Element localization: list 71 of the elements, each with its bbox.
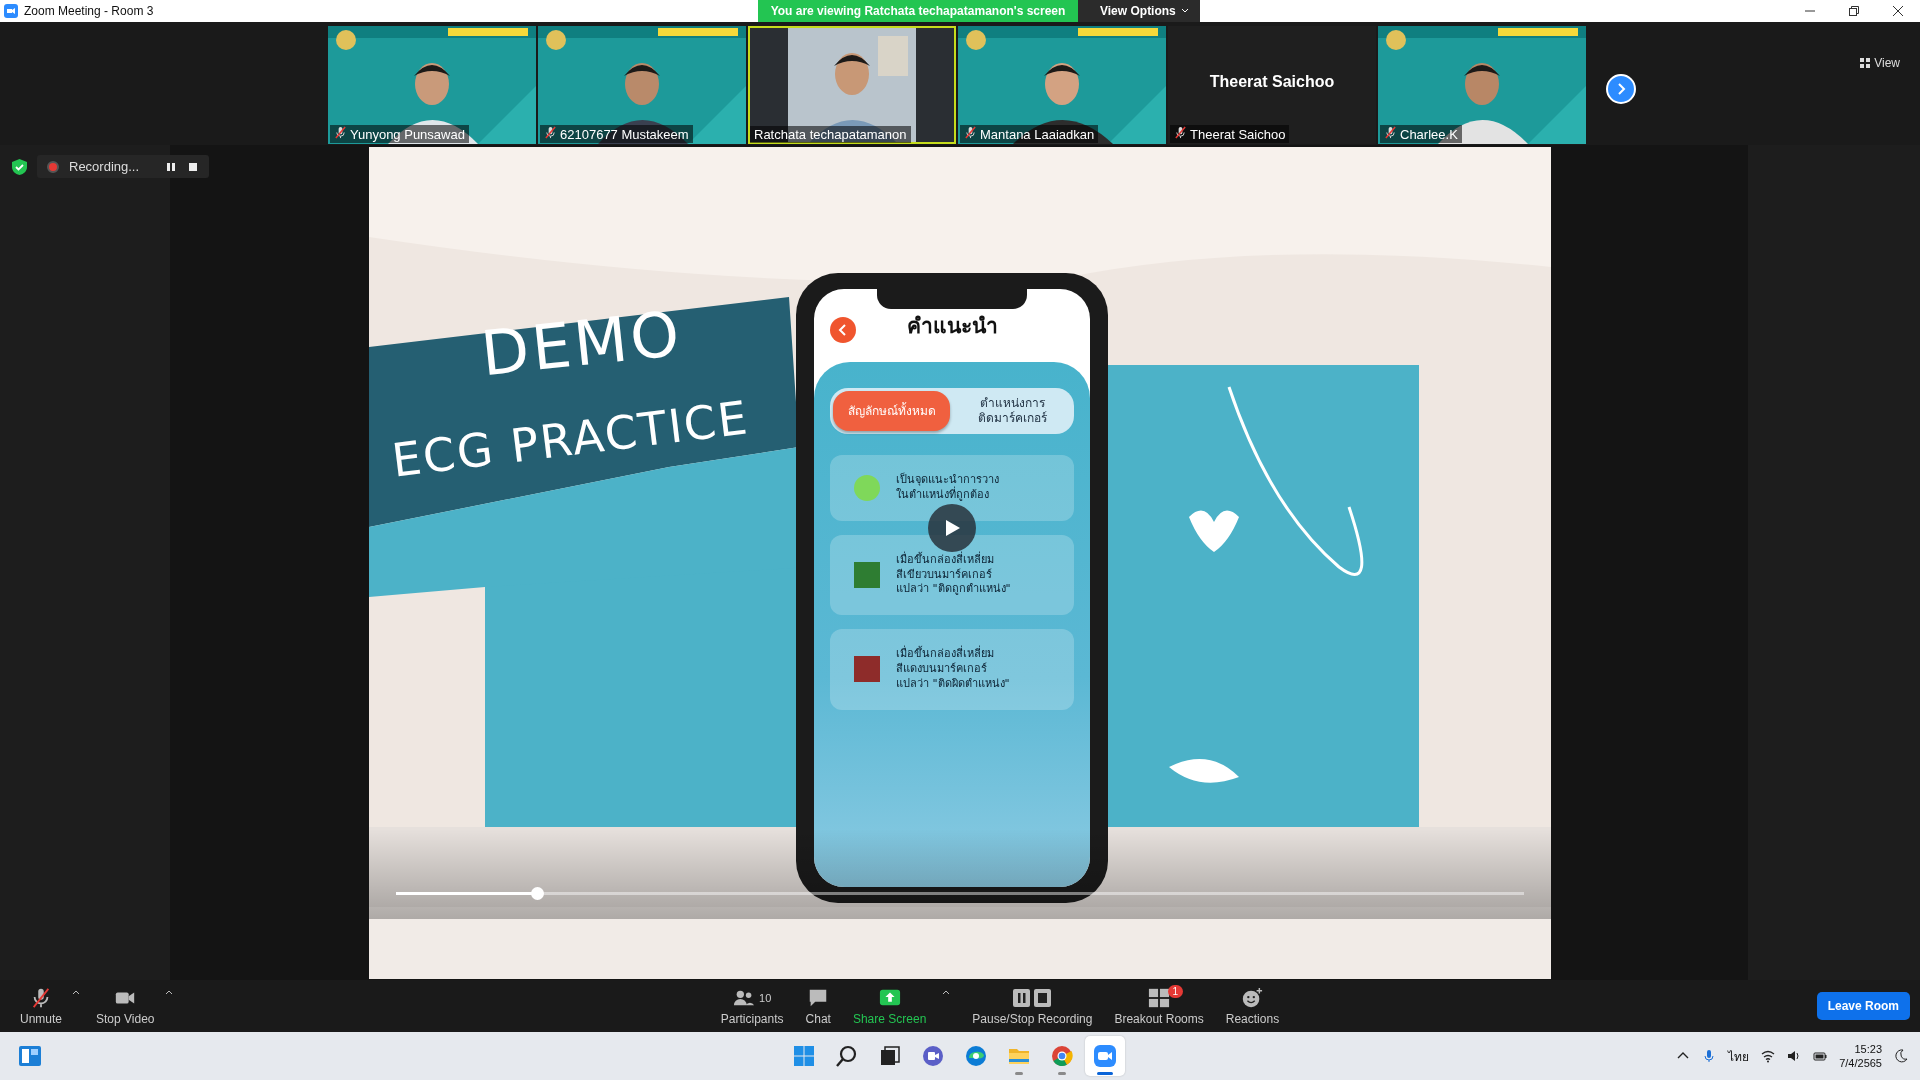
chevron-right-icon bbox=[1615, 83, 1627, 95]
windows-start-icon[interactable] bbox=[792, 1044, 816, 1068]
grid-icon bbox=[1860, 58, 1871, 68]
slide-title: DEMO bbox=[477, 296, 686, 391]
video-tile[interactable]: Yunyong Punsawad bbox=[328, 26, 536, 144]
browser-icon[interactable] bbox=[1050, 1044, 1074, 1068]
speaker-icon[interactable] bbox=[1787, 1049, 1802, 1063]
view-button[interactable]: View bbox=[1854, 55, 1906, 71]
screen-title: คำแนะนำ bbox=[906, 313, 998, 340]
toolbar-button[interactable]: Chat bbox=[799, 984, 837, 1028]
name-label: Mantana Laaiadkan bbox=[960, 125, 1099, 143]
video-tile[interactable]: 62107677 Mustakeem bbox=[538, 26, 746, 144]
muted-mic-icon bbox=[1384, 126, 1397, 139]
video-tile[interactable]: Charlee.K bbox=[1378, 26, 1586, 144]
name-label: Yunyong Punsawad bbox=[330, 125, 469, 143]
clock[interactable]: 15:23 7/4/2565 bbox=[1839, 1041, 1882, 1071]
view-options-button[interactable]: View Options bbox=[1078, 0, 1200, 22]
window-title: Zoom Meeting - Room 3 bbox=[24, 4, 154, 18]
caret-icon bbox=[1180, 8, 1189, 14]
video-tile[interactable]: Theerat Saichoo Theerat Saichoo bbox=[1168, 26, 1376, 144]
next-page-button[interactable] bbox=[1606, 74, 1636, 104]
video-camera-icon[interactable] bbox=[1093, 1044, 1117, 1068]
recording-dot-icon bbox=[47, 160, 59, 173]
recording-status: Recording... bbox=[69, 159, 140, 174]
input-language[interactable]: ไทย bbox=[1728, 1046, 1750, 1066]
muted-mic-icon bbox=[544, 126, 557, 139]
muted-mic-icon bbox=[964, 126, 977, 139]
microphone-icon[interactable] bbox=[1702, 1049, 1717, 1063]
video-chat-icon[interactable] bbox=[921, 1044, 945, 1068]
smiley-icon bbox=[1241, 986, 1264, 1009]
toolbar-button[interactable]: Reactions bbox=[1219, 984, 1286, 1028]
legend-text: เมื่อขึ้นกล่องสี่เหลี่ยม สีแดงบนมาร์คเกอร์ แปลว่า "ติดผิดตำแหน่ง" bbox=[896, 647, 1010, 692]
toolbar-button[interactable]: Pause/Stop Recording bbox=[966, 984, 1099, 1028]
wifi-icon[interactable] bbox=[1761, 1049, 1776, 1063]
legend-text: เป็นจุดแนะนำการวาง ในตำแหน่งที่ถูกต้อง bbox=[896, 473, 999, 503]
search-icon[interactable] bbox=[835, 1044, 859, 1068]
slide-subtitle: ECG PRACTICE bbox=[389, 390, 752, 488]
name-label: Theerat Saichoo bbox=[1170, 125, 1290, 143]
stop-icon[interactable] bbox=[187, 160, 200, 173]
muted-mic-icon bbox=[30, 986, 52, 1009]
muted-mic-icon bbox=[1174, 126, 1187, 139]
shield-icon bbox=[12, 158, 27, 175]
toolbar-button[interactable]: 10 Participants bbox=[714, 984, 790, 1028]
app-logo-icon bbox=[4, 4, 18, 18]
name-label: Ratchata techapatamanon bbox=[750, 126, 911, 143]
chevron-left-icon bbox=[837, 324, 849, 336]
legend-text: เมื่อขึ้นกล่องสี่เหลี่ยม สีเขียวบนมาร์คเกอร์ แปลว่า "ติดถูกตำแหน่ง" bbox=[896, 552, 1011, 598]
sharing-banner: You are viewing Ratchata techapatamanon's screen bbox=[758, 0, 1078, 22]
name-label: 62107677 Mustakeem bbox=[540, 125, 693, 143]
grid-icon bbox=[1148, 986, 1171, 1009]
toolbar-button[interactable]: 1 Breakout Rooms bbox=[1108, 984, 1210, 1028]
play-button[interactable] bbox=[928, 503, 976, 552]
muted-mic-icon bbox=[334, 126, 347, 139]
moon-icon[interactable] bbox=[1894, 1049, 1908, 1063]
task-view-icon[interactable] bbox=[878, 1044, 902, 1068]
tab[interactable]: ตำแหน่งการ ติดมาร์คเกอร์ bbox=[954, 391, 1071, 431]
participant-name: Theerat Saichoo bbox=[1209, 73, 1335, 91]
widgets-icon[interactable] bbox=[18, 1045, 42, 1067]
back-button[interactable] bbox=[830, 317, 856, 343]
leave-room-button[interactable]: Leave Room bbox=[1816, 992, 1910, 1020]
name-label: Charlee.K bbox=[1380, 125, 1462, 143]
browser-icon[interactable] bbox=[964, 1044, 988, 1068]
pause-icon[interactable] bbox=[165, 160, 178, 173]
toolbar-button[interactable]: Share Screen bbox=[846, 984, 933, 1028]
battery-icon[interactable] bbox=[1813, 1049, 1828, 1063]
notification-badge: 1 bbox=[1167, 984, 1184, 998]
video-tile[interactable]: Ratchata techapatamanon bbox=[748, 26, 956, 144]
pause-stop-icon bbox=[1012, 986, 1053, 1009]
toolbar-button[interactable]: Unmute bbox=[14, 984, 69, 1028]
toolbar-button[interactable]: Stop Video bbox=[90, 984, 161, 1028]
video-tile[interactable]: Mantana Laaiadkan bbox=[958, 26, 1166, 144]
